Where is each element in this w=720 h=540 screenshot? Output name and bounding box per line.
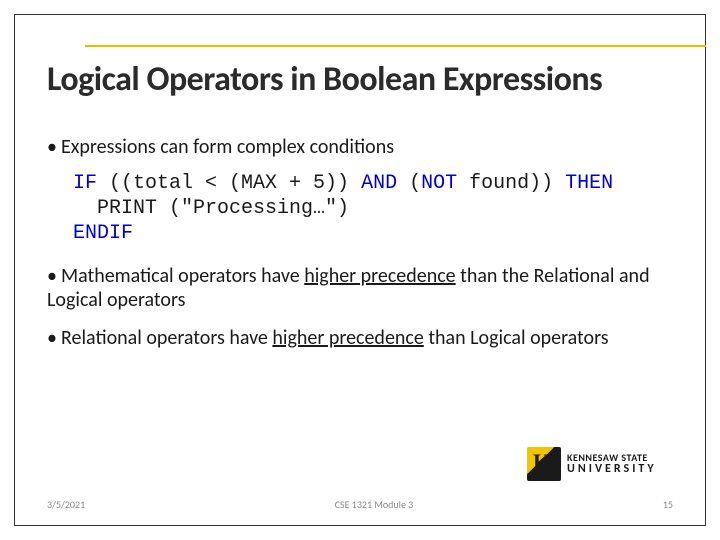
footer-center: CSE 1321 Module 3	[335, 498, 414, 511]
kw-endif: ENDIF	[73, 222, 133, 245]
bullet-3b: than Logical operators	[424, 326, 609, 350]
slide-footer: 3/5/2021 CSE 1321 Module 3 15	[47, 498, 673, 511]
bullet-2a: Mathematical operators have	[61, 264, 304, 288]
bullet-dot: •	[47, 264, 61, 288]
bullet-dot: •	[47, 326, 61, 350]
code-l1c: found))	[457, 172, 565, 195]
kw-not: NOT	[421, 172, 457, 195]
bullet-dot: •	[47, 135, 61, 159]
bullet-2: •Mathematical operators have higher prec…	[47, 264, 673, 312]
bullet-1-text: Expressions can form complex conditions	[61, 135, 394, 159]
slide-content: •Expressions can form complex conditions…	[47, 135, 673, 362]
ksu-logo-text: KENNESAW STATE UNIVERSITY	[567, 453, 657, 475]
accent-line	[85, 45, 706, 47]
footer-page: 15	[663, 498, 673, 511]
ksu-logo-mark	[527, 447, 561, 481]
slide-title: Logical Operators in Boolean Expressions	[47, 59, 602, 100]
code-l1a: ((total < (MAX + 5))	[97, 172, 361, 195]
code-l2: PRINT ("Processing…")	[73, 197, 349, 220]
kw-if: IF	[73, 172, 97, 195]
footer-date: 3/5/2021	[47, 498, 85, 511]
slide-frame: Logical Operators in Boolean Expressions…	[14, 14, 706, 526]
bullet-3u: higher precedence	[272, 326, 423, 350]
code-l1b: (	[397, 172, 421, 195]
code-block: IF ((total < (MAX + 5)) AND (NOT found))…	[73, 171, 673, 246]
bullet-3: •Relational operators have higher preced…	[47, 326, 673, 350]
bullet-2u: higher precedence	[304, 264, 455, 288]
ksu-logo: KENNESAW STATE UNIVERSITY	[527, 443, 677, 485]
kw-and: AND	[361, 172, 397, 195]
bullet-3a: Relational operators have	[61, 326, 272, 350]
kw-then: THEN	[565, 172, 613, 195]
bullet-1: •Expressions can form complex conditions	[47, 135, 673, 159]
logo-line2: UNIVERSITY	[567, 463, 657, 475]
